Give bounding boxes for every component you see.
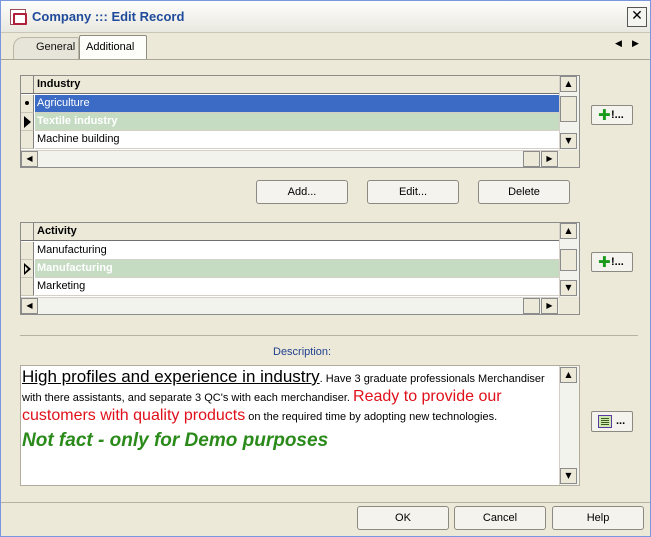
- lookup-button-label: !...: [611, 256, 624, 268]
- delete-button[interactable]: Delete: [478, 180, 570, 204]
- row-indicator[interactable]: [21, 260, 34, 278]
- scroll-thumb[interactable]: [560, 96, 577, 122]
- activity-cell[interactable]: Manufacturing: [35, 242, 559, 260]
- table-row[interactable]: Marketing: [21, 278, 559, 296]
- scrollbar-corner: [559, 150, 579, 167]
- cancel-button[interactable]: Cancel: [454, 506, 546, 530]
- industry-vertical-scrollbar[interactable]: ▲ ▼: [559, 76, 579, 150]
- plus-icon: ✚: [598, 253, 611, 271]
- scroll-down-icon[interactable]: ▼: [560, 133, 577, 149]
- table-row[interactable]: Manufacturing: [21, 260, 559, 278]
- table-row[interactable]: Manufacturing: [21, 242, 559, 260]
- scroll-thumb[interactable]: [523, 298, 540, 314]
- scroll-down-icon[interactable]: ▼: [560, 468, 577, 484]
- add-activity-lookup-button[interactable]: ✚ !...: [591, 252, 633, 272]
- scroll-left-icon[interactable]: ◀: [21, 151, 38, 167]
- row-indicator[interactable]: [21, 242, 34, 260]
- row-indicator[interactable]: [21, 278, 34, 296]
- description-headline: High profiles and experience in industry: [22, 367, 320, 386]
- description-vertical-scrollbar[interactable]: ▲ ▼: [559, 366, 579, 485]
- activity-column-header[interactable]: Activity: [37, 225, 77, 237]
- add-industry-lookup-button[interactable]: ✚ !...: [591, 105, 633, 125]
- description-label: Description:: [273, 346, 332, 358]
- row-indicator[interactable]: [21, 131, 34, 149]
- tab-scroll-left-icon[interactable]: ◀: [615, 39, 622, 49]
- table-row[interactable]: Agriculture: [21, 95, 559, 113]
- table-row[interactable]: Machine building: [21, 131, 559, 149]
- industry-grid-header: Industry: [21, 76, 559, 94]
- scroll-up-icon[interactable]: ▲: [560, 367, 577, 383]
- editor-button-label: ...: [616, 415, 626, 427]
- scroll-right-icon[interactable]: ▶: [541, 151, 558, 167]
- activity-horizontal-scrollbar[interactable]: ◀ ▶: [21, 297, 559, 314]
- activity-cell[interactable]: Manufacturing: [35, 260, 559, 278]
- scroll-right-icon[interactable]: ▶: [541, 298, 558, 314]
- industry-cell[interactable]: Machine building: [35, 131, 559, 149]
- help-button[interactable]: Help: [552, 506, 644, 530]
- scrollbar-corner: [559, 297, 579, 314]
- current-record-icon: [25, 101, 29, 105]
- ok-button[interactable]: OK: [357, 506, 449, 530]
- section-divider: [20, 335, 638, 336]
- scroll-thumb[interactable]: [560, 249, 577, 271]
- table-row[interactable]: Textile industry: [21, 113, 559, 131]
- scroll-thumb[interactable]: [523, 151, 540, 167]
- row-indicator[interactable]: [21, 95, 34, 113]
- industry-cell[interactable]: Agriculture: [35, 95, 559, 113]
- row-pointer-icon: [24, 263, 31, 275]
- footer-divider: [1, 502, 650, 503]
- description-body-2: on the required time by adopting new tec…: [245, 411, 498, 423]
- scroll-up-icon[interactable]: ▲: [560, 76, 577, 92]
- row-pointer-icon: [24, 116, 31, 128]
- scroll-left-icon[interactable]: ◀: [21, 298, 38, 314]
- scroll-down-icon[interactable]: ▼: [560, 280, 577, 296]
- industry-horizontal-scrollbar[interactable]: ◀ ▶: [21, 150, 559, 167]
- industry-cell[interactable]: Textile industry: [35, 113, 559, 131]
- scroll-up-icon[interactable]: ▲: [560, 223, 577, 239]
- activity-grid[interactable]: Activity Manufacturing Manufacturing Mar…: [20, 222, 580, 315]
- edit-button[interactable]: Edit...: [367, 180, 459, 204]
- text-editor-icon: [598, 415, 612, 428]
- edit-record-window: Company ::: Edit Record ✕ General Additi…: [0, 0, 651, 537]
- plus-icon: ✚: [598, 106, 611, 124]
- activity-cell[interactable]: Marketing: [35, 278, 559, 296]
- activity-vertical-scrollbar[interactable]: ▲ ▼: [559, 223, 579, 297]
- description-text[interactable]: High profiles and experience in industry…: [22, 367, 560, 451]
- industry-grid[interactable]: Industry Agriculture Textile industry Ma…: [20, 75, 580, 168]
- tab-general[interactable]: General: [13, 37, 79, 59]
- app-icon: [10, 9, 27, 25]
- row-indicator[interactable]: [21, 113, 34, 131]
- add-button[interactable]: Add...: [256, 180, 348, 204]
- close-button[interactable]: ✕: [627, 7, 647, 27]
- lookup-button-label: !...: [611, 109, 624, 121]
- row-indicator-header: [21, 76, 34, 93]
- industry-column-header[interactable]: Industry: [37, 78, 80, 90]
- activity-grid-header: Activity: [21, 223, 559, 241]
- row-indicator-header: [21, 223, 34, 240]
- description-memo[interactable]: High profiles and experience in industry…: [20, 365, 580, 486]
- tab-scroll-right-icon[interactable]: ▶: [632, 39, 639, 49]
- window-title: Company ::: Edit Record: [32, 9, 185, 24]
- description-note: Not fact - only for Demo purposes: [22, 430, 329, 451]
- title-bar[interactable]: Company ::: Edit Record ✕: [1, 1, 650, 33]
- tab-strip-border: [1, 59, 650, 60]
- open-text-editor-button[interactable]: ...: [591, 411, 633, 432]
- tab-additional[interactable]: Additional: [79, 35, 147, 59]
